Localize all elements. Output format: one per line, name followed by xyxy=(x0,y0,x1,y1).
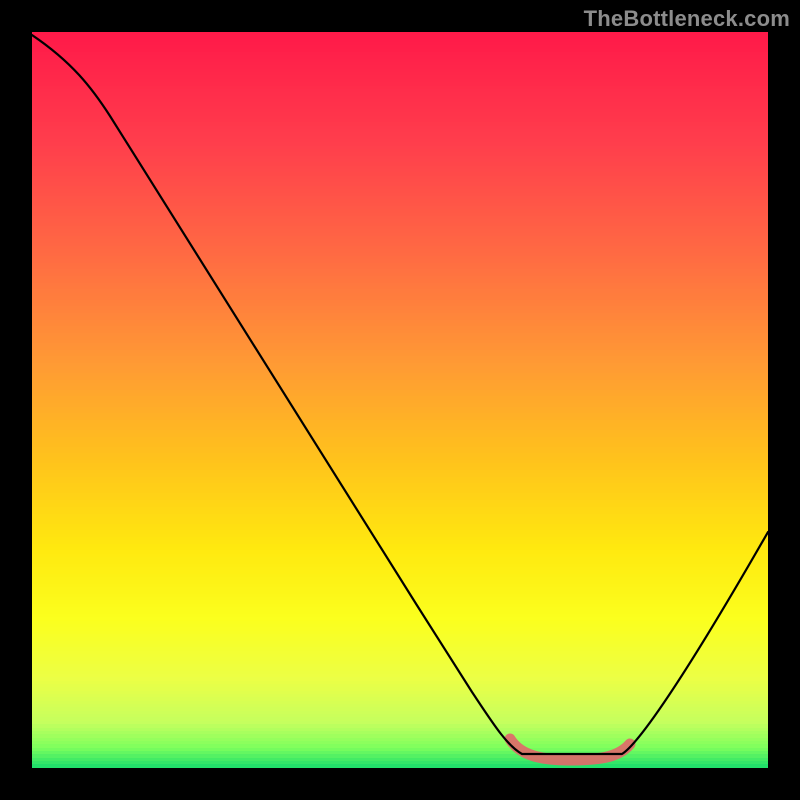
bottleneck-curve xyxy=(32,35,768,754)
watermark-text: TheBottleneck.com xyxy=(584,6,790,32)
optimal-zone-marker xyxy=(510,739,630,760)
chart-svg xyxy=(32,32,768,768)
chart-frame: TheBottleneck.com xyxy=(0,0,800,800)
plot-area xyxy=(32,32,768,768)
